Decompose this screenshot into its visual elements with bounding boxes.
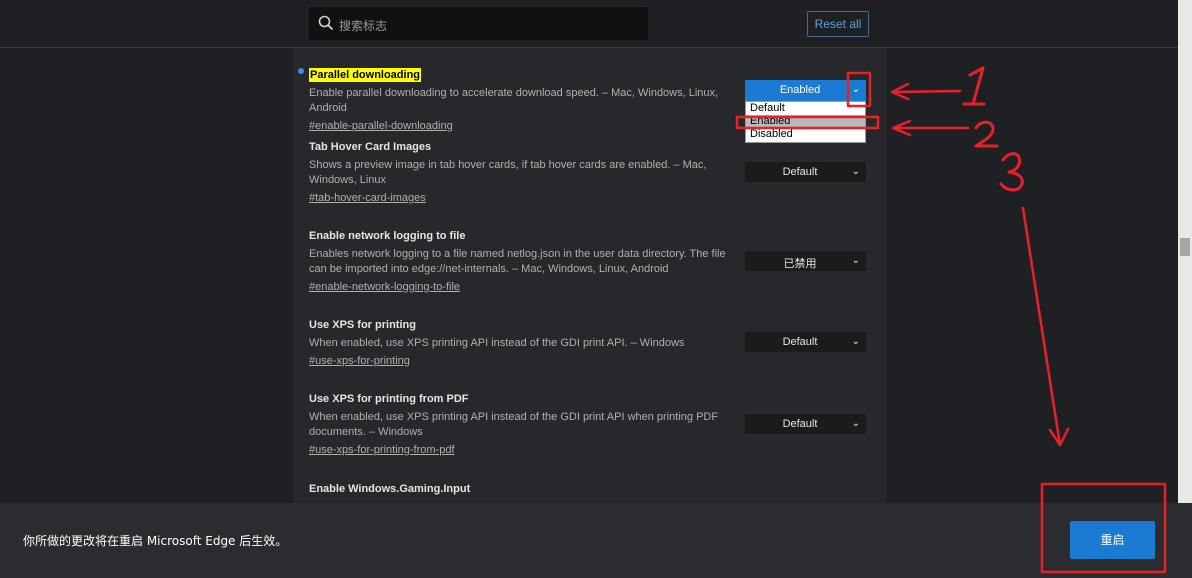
annotation-arrow-2 [891,119,970,137]
flag-description: Enable parallel downloading to accelerat… [309,87,719,114]
flag-use-xps-for-printing-from-pdf: Use XPS for printing from PDF When enabl… [309,392,739,458]
flag-select-use-xps-for-printing[interactable]: Default ⌄ [745,332,866,352]
flag-anchor-link[interactable]: #use-xps-for-printing [309,353,739,369]
flag-anchor-link[interactable]: #enable-network-logging-to-file [309,279,739,295]
flag-description: When enabled, use XPS printing API inste… [309,411,719,438]
flag-select-parallel-downloading[interactable]: Enabled ⌄ [745,80,866,101]
flag-title: Tab Hover Card Images [309,141,432,153]
flag-anchor-link[interactable]: #tab-hover-card-images [309,190,739,206]
annotation-arrow-1 [890,82,962,101]
annotation-numeral-1 [962,66,986,106]
select-value: Default [782,336,818,348]
flags-panel: Parallel downloading Enable parallel dow… [293,48,886,503]
chevron-down-icon: ⌄ [851,418,860,429]
flag-description: When enabled, use XPS printing API inste… [309,337,685,349]
annotation-arrow-3 [1021,206,1070,447]
chevron-down-icon: ⌄ [851,166,860,177]
flag-anchor-link[interactable]: #enable-parallel-downloading [309,118,739,134]
chevron-down-icon: ⌄ [851,336,860,347]
chevron-down-icon[interactable]: ⌄ [852,84,860,95]
flag-anchor-link[interactable]: #use-xps-for-printing-from-pdf [309,442,739,458]
select-value: 已禁用 [783,257,817,270]
modified-indicator-dot [298,68,304,74]
flag-title: Use XPS for printing [309,319,416,331]
flag-enable-network-logging: Enable network logging to file Enables n… [309,229,739,295]
annotation-numeral-2 [974,120,999,148]
top-bar: 搜索标志 Reset all [0,0,1178,48]
select-value: Enabled [779,84,821,96]
flag-title: Enable network logging to file [309,230,466,242]
restart-message: 你所做的更改将在重启 Microsoft Edge 后生效。 [23,534,288,548]
dropdown-option-disabled[interactable]: Disabled [746,128,865,141]
select-value: Default [782,166,818,178]
annotation-numeral-3 [999,152,1024,192]
flag-select-network-logging[interactable]: 已禁用 ⌄ [745,251,866,271]
chevron-down-icon: ⌄ [851,255,860,266]
restart-notification-bar: 你所做的更改将在重启 Microsoft Edge 后生效。 重启 [0,503,1192,578]
flag-select-tab-hover-card-images[interactable]: Default ⌄ [745,162,866,182]
flag-select-use-xps-for-printing-from-pdf[interactable]: Default ⌄ [745,414,866,434]
select-value: Default [782,418,818,430]
flag-description: Shows a preview image in tab hover cards… [309,159,707,186]
flag-parallel-downloading: Parallel downloading Enable parallel dow… [309,65,739,134]
dropdown-option-default[interactable]: Default [746,102,865,115]
dropdown-option-enabled[interactable]: Enabled [746,115,865,128]
restart-button[interactable]: 重启 [1070,521,1155,559]
search-input[interactable]: 搜索标志 [309,7,648,40]
search-placeholder: 搜索标志 [339,19,388,33]
reset-all-button[interactable]: Reset all [807,11,869,37]
flag-use-xps-for-printing: Use XPS for printing When enabled, use X… [309,318,739,369]
search-icon [318,15,334,31]
flag-tab-hover-card-images: Tab Hover Card Images Shows a preview im… [309,140,739,206]
select-dropdown-list: Default Enabled Disabled [745,101,866,143]
flag-title: Enable Windows.Gaming.Input [309,483,471,495]
flag-title: Parallel downloading [309,68,422,82]
flag-description: Enables network logging to a file named … [309,248,726,275]
flag-title: Use XPS for printing from PDF [309,393,469,405]
scrollbar-thumb[interactable] [1180,238,1190,256]
flag-enable-windows-gaming-input: Enable Windows.Gaming.Input [309,482,739,496]
